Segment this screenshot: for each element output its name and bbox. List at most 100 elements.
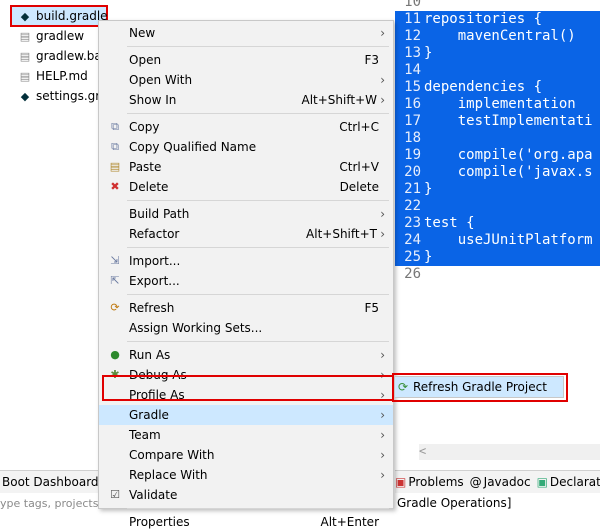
code-line[interactable]: 11 repositories { (395, 11, 600, 28)
menu-item-replace-with[interactable]: Replace With › (99, 465, 393, 485)
copy-icon: ⧉ (111, 120, 119, 133)
menu-item-assign-working-sets[interactable]: Assign Working Sets... (99, 318, 393, 338)
menu-item-copy[interactable]: ⧉ Copy Ctrl+C (99, 117, 393, 137)
chevron-right-icon: › (380, 26, 385, 40)
code-editor[interactable]: < 10 11 repositories {12 mavenCentral() 13}… (395, 0, 600, 470)
line-number: 13 (404, 45, 421, 61)
code-text: mavenCentral() (424, 28, 576, 44)
menu-item-build-path[interactable]: Build Path › (99, 204, 393, 224)
menu-item-label: Validate (129, 488, 178, 502)
code-line[interactable]: 10 (395, 0, 600, 11)
tree-item-gradlew-bat[interactable]: ▤ gradlew.bat (18, 46, 107, 66)
menu-item-run-as[interactable]: ● Run As › (99, 345, 393, 365)
code-line[interactable]: 12 mavenCentral() (395, 28, 600, 45)
menu-item-import[interactable]: ⇲ Import... (99, 251, 393, 271)
menu-item-shortcut: Delete (339, 180, 379, 194)
code-line[interactable]: 19 compile('org.apa (395, 147, 600, 164)
code-text: useJUnitPlatform (424, 232, 593, 248)
menu-item-properties[interactable]: Properties Alt+Enter (99, 512, 393, 532)
tree-item-gradlew[interactable]: ▤ gradlew (18, 26, 84, 46)
tree-item-build-gradle[interactable]: ◆ build.gradle (18, 6, 108, 26)
boot-dashboard-tab[interactable]: Boot Dashboard (0, 470, 102, 493)
code-line[interactable]: 15 dependencies { (395, 79, 600, 96)
export-icon: ⇱ (110, 274, 120, 287)
code-line[interactable]: 25} (395, 249, 600, 266)
refresh-icon: ⟳ (110, 301, 120, 314)
code-text: repositories { (424, 11, 543, 27)
line-number: 20 (404, 164, 421, 180)
menu-item-refactor[interactable]: Refactor Alt+Shift+T › (99, 224, 393, 244)
menu-item-paste[interactable]: ▤ Paste Ctrl+V (99, 157, 393, 177)
line-number: 26 (404, 266, 421, 282)
code-text: } (424, 181, 433, 197)
menu-item-label: Delete (129, 180, 169, 194)
tab-declaration[interactable]: Declaration (550, 475, 600, 489)
code-line[interactable]: 22 (395, 198, 600, 215)
menu-item-label: Open (129, 53, 162, 67)
menu-item-label: New (129, 26, 156, 40)
menu-item-shortcut: F3 (364, 53, 379, 67)
menu-item-label: Assign Working Sets... (129, 321, 263, 335)
menu-item-team[interactable]: Team › (99, 425, 393, 445)
tree-item-label: build.gradle (36, 9, 108, 23)
tab-problems[interactable]: Problems (408, 475, 463, 489)
menu-separator (127, 113, 389, 114)
code-line[interactable]: 13} (395, 45, 600, 62)
menu-item-delete[interactable]: ✖ Delete Delete (99, 177, 393, 197)
line-number: 21 (404, 181, 421, 197)
import-icon: ⇲ (110, 254, 120, 267)
menu-separator (127, 341, 389, 342)
code-line[interactable]: 20 compile('javax.s (395, 164, 600, 181)
menu-item-validate[interactable]: ☑ Validate (99, 485, 393, 505)
menu-separator (127, 200, 389, 201)
line-number: 22 (404, 198, 421, 214)
code-text: testImplementati (424, 113, 593, 129)
line-number: 25 (404, 249, 421, 265)
menu-item-debug-as[interactable]: ✱ Debug As › (99, 365, 393, 385)
chevron-right-icon: › (380, 448, 385, 462)
line-number: 12 (404, 28, 421, 44)
code-text: implementation (424, 96, 576, 112)
tab-javadoc[interactable]: Javadoc (484, 475, 531, 489)
code-line[interactable]: 21} (395, 181, 600, 198)
menu-item-show-in[interactable]: Show In Alt+Shift+W › (99, 90, 393, 110)
code-text: compile('org.apa (424, 147, 593, 163)
menu-item-label: Import... (129, 254, 181, 268)
refresh-gradle-project-item[interactable]: ⟳ Refresh Gradle Project (395, 377, 563, 397)
menu-item-open[interactable]: Open F3 (99, 50, 393, 70)
menu-item-gradle[interactable]: Gradle › (99, 405, 393, 425)
code-line[interactable]: 24 useJUnitPlatform (395, 232, 600, 249)
tree-item-label: gradlew.bat (36, 49, 107, 63)
menu-item-refresh[interactable]: ⟳ Refresh F5 (99, 298, 393, 318)
bottom-view-tabs: ▣ Problems @ Javadoc ▣ Declaration (395, 470, 600, 493)
menu-item-copy-qualified-name[interactable]: ⧉ Copy Qualified Name (99, 137, 393, 157)
menu-item-compare-with[interactable]: Compare With › (99, 445, 393, 465)
gradle-elephant-icon: ◆ (20, 9, 30, 23)
menu-item-export[interactable]: ⇱ Export... (99, 271, 393, 291)
menu-item-open-with[interactable]: Open With › (99, 70, 393, 90)
tree-item-help-md[interactable]: ▤ HELP.md (18, 66, 88, 86)
menu-item-new[interactable]: New › (99, 23, 393, 43)
code-line[interactable]: 17 testImplementati (395, 113, 600, 130)
code-line[interactable]: 14 (395, 62, 600, 79)
code-line[interactable]: 18 (395, 130, 600, 147)
scroll-left-arrow-icon[interactable]: < (419, 444, 426, 458)
line-number: 18 (404, 130, 421, 146)
tree-item-label: HELP.md (36, 69, 88, 83)
menu-item-shortcut: Ctrl+V (339, 160, 379, 174)
menu-item-label: Copy (129, 120, 160, 134)
menu-item-label: Profile As (129, 388, 185, 402)
code-line[interactable]: 23 test { (395, 215, 600, 232)
menu-item-label: Build Path (129, 207, 190, 221)
menu-item-label: Show In (129, 93, 177, 107)
menu-item-label: Gradle (129, 408, 169, 422)
context-menu: New › Open F3 Open With › Show In Alt+Shift+W › ⧉… (98, 20, 394, 529)
code-line[interactable]: 16 implementation (395, 96, 600, 113)
menu-item-shortcut: Ctrl+C (339, 120, 379, 134)
menu-item-profile-as[interactable]: Profile As › (99, 385, 393, 405)
tree-item-label: gradlew (36, 29, 85, 43)
code-line[interactable]: 26 (395, 266, 600, 283)
horizontal-scrollbar[interactable]: < (419, 444, 600, 460)
menu-item-label: Debug As (129, 368, 187, 382)
menu-item-shortcut: Alt+Shift+W (301, 93, 378, 107)
